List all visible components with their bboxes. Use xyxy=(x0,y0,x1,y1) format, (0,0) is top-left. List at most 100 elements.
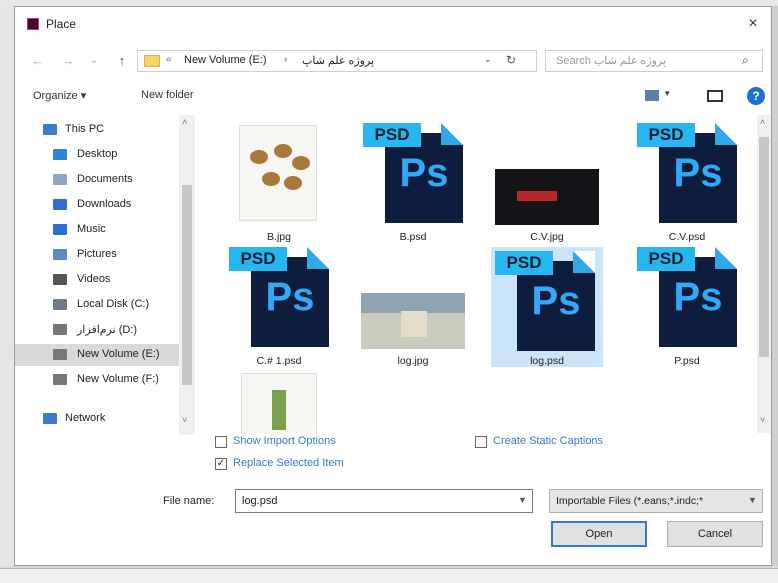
folder-icon xyxy=(144,55,160,67)
address-overflow[interactable]: « xyxy=(166,54,172,65)
sidebar-item-label: Pictures xyxy=(77,248,117,260)
file-item-b-psd[interactable]: PSD Ps B.psd xyxy=(357,123,469,243)
sidebar-item-downloads[interactable]: Downloads xyxy=(15,194,179,216)
chevron-down-icon[interactable]: ▼ xyxy=(518,495,527,505)
file-name: C.# 1.psd xyxy=(256,355,302,367)
checkbox-label[interactable]: Create Static Captions xyxy=(493,435,603,447)
sidebar-item-label: Downloads xyxy=(77,198,132,210)
file-item-log-jpg[interactable]: log.jpg xyxy=(357,247,469,367)
file-name-value[interactable]: log.psd xyxy=(242,495,277,507)
background-strip-bottom xyxy=(0,568,778,583)
sidebar-item-label: Videos xyxy=(77,273,111,285)
checkbox-label[interactable]: Show Import Options xyxy=(233,435,336,447)
organize-menu[interactable]: Organize ▾ xyxy=(33,89,86,102)
sidebar-item-new-volume-e[interactable]: New Volume (E:) xyxy=(15,344,179,366)
checkbox-box[interactable] xyxy=(475,436,487,448)
search-icon[interactable]: ⌕ xyxy=(742,53,749,68)
sidebar-item-this-pc[interactable]: This PC xyxy=(15,119,179,141)
file-item-b-jpg[interactable]: B.jpg xyxy=(223,123,335,243)
sidebar-item-music[interactable]: Music xyxy=(15,219,179,241)
navigation-bar: ← → ⌄ ↑ « New Volume (E:) › پروژه علم شا… xyxy=(15,47,771,75)
file-name: log.jpg xyxy=(397,355,429,367)
file-name-label: File name: xyxy=(163,495,215,507)
music-icon xyxy=(53,224,67,235)
close-button[interactable]: × xyxy=(739,11,767,37)
breadcrumb-separator[interactable]: › xyxy=(284,54,287,65)
checkbox-label[interactable]: Replace Selected Item xyxy=(233,457,344,469)
scroll-down-arrow[interactable]: ˅ xyxy=(182,415,187,425)
drive-icon xyxy=(53,324,67,335)
breadcrumb-current-folder[interactable]: پروژه علم شاپ xyxy=(302,54,374,67)
sidebar-item-network[interactable]: Network xyxy=(15,408,179,430)
search-box[interactable]: Search پروژه علم شاپ ⌕ xyxy=(545,50,763,72)
file-item-log-psd[interactable]: PSD Ps log.psd xyxy=(491,247,603,367)
sidebar-item-documents[interactable]: Documents xyxy=(15,169,179,191)
this-pc-icon xyxy=(43,124,57,135)
open-button[interactable]: Open xyxy=(551,521,647,547)
sidebar-item-local-disk-c[interactable]: Local Disk (C:) xyxy=(15,294,179,316)
help-icon[interactable]: ? xyxy=(747,87,765,105)
back-button[interactable]: ← xyxy=(29,52,47,70)
scroll-down-arrow[interactable]: ˅ xyxy=(760,415,765,425)
command-toolbar: Organize ▾ New folder ▾ ? xyxy=(15,83,771,109)
psd-file-icon: PSD Ps xyxy=(637,123,741,223)
sidebar-scrollbar[interactable]: ˄ ˅ xyxy=(179,115,195,435)
image-thumbnail xyxy=(239,125,317,221)
file-item-cv-psd[interactable]: PSD Ps C.V.psd xyxy=(631,123,743,243)
window-title: Place xyxy=(46,17,77,31)
scroll-up-arrow[interactable]: ˄ xyxy=(182,117,187,127)
file-name-input[interactable]: log.psd ▼ xyxy=(235,489,533,513)
refresh-button[interactable]: ↻ xyxy=(506,53,516,67)
image-thumbnail xyxy=(361,293,465,349)
psd-file-icon: PSD Ps xyxy=(363,123,467,223)
background-strip-right xyxy=(772,6,778,566)
scrollbar-thumb[interactable] xyxy=(759,137,769,357)
file-name: C.V.psd xyxy=(668,231,706,243)
address-dropdown-button[interactable]: ⌄ xyxy=(484,54,492,65)
checkbox-box[interactable] xyxy=(215,436,227,448)
file-type-select[interactable]: Importable Files (*.eans;*.indc;* ▼ xyxy=(549,489,763,513)
sidebar-item-videos[interactable]: Videos xyxy=(15,269,179,291)
sidebar-item-label: Desktop xyxy=(77,148,118,160)
scroll-up-arrow[interactable]: ˄ xyxy=(760,117,765,127)
preview-pane-icon[interactable] xyxy=(707,90,723,102)
file-list: B.jpg PSD Ps B.psd C.V.jpg PSD Ps C.V.psd … xyxy=(195,115,755,433)
search-input[interactable]: Search پروژه علم شاپ xyxy=(556,54,666,67)
psd-file-icon: PSD Ps xyxy=(229,247,333,347)
up-button[interactable]: ↑ xyxy=(113,52,131,70)
sidebar-item-desktop[interactable]: Desktop xyxy=(15,144,179,166)
sidebar-item-label: This PC xyxy=(65,123,105,135)
file-name: B.jpg xyxy=(267,231,291,243)
sidebar-item-label: New Volume (E:) xyxy=(77,348,160,360)
checkbox-box[interactable]: ✓ xyxy=(215,458,227,470)
chevron-down-icon[interactable]: ▼ xyxy=(748,495,757,505)
psd-file-icon: PSD Ps xyxy=(495,251,599,351)
address-bar[interactable]: « New Volume (E:) › پروژه علم شاپ ⌄ ↻ xyxy=(137,50,537,72)
sidebar-item-new-volume-f[interactable]: New Volume (F:) xyxy=(15,369,179,391)
title-bar: Place × xyxy=(15,7,771,41)
sidebar-item-label: New Volume (F:) xyxy=(77,373,159,385)
file-item-cv-jpg[interactable]: C.V.jpg xyxy=(491,123,603,243)
new-folder-button[interactable]: New folder xyxy=(141,89,194,101)
file-name: C.V.jpg xyxy=(530,231,564,243)
recent-locations-button[interactable]: ⌄ xyxy=(85,52,103,70)
view-dropdown-button[interactable]: ▾ xyxy=(665,88,670,99)
file-item-c1-psd[interactable]: PSD Ps C.# 1.psd xyxy=(223,247,335,367)
file-name: P.psd xyxy=(674,355,700,367)
file-item-partial[interactable] xyxy=(223,371,335,433)
file-type-value[interactable]: Importable Files (*.eans;*.indc;* xyxy=(556,495,703,507)
sidebar-item-drive-d[interactable]: نرم‌افزار (D:) xyxy=(15,319,179,341)
file-name: log.psd xyxy=(530,355,564,367)
cancel-button[interactable]: Cancel xyxy=(667,521,763,547)
file-item-p-psd[interactable]: PSD Ps P.psd xyxy=(631,247,743,367)
forward-button[interactable]: → xyxy=(59,52,77,70)
place-dialog: Place × ← → ⌄ ↑ « New Volume (E:) › پروژ… xyxy=(14,6,772,566)
psd-file-icon: PSD Ps xyxy=(637,247,741,347)
breadcrumb-new-volume-e[interactable]: New Volume (E:) xyxy=(184,54,267,66)
sidebar-item-label: Documents xyxy=(77,173,133,185)
sidebar-item-pictures[interactable]: Pictures xyxy=(15,244,179,266)
file-list-scrollbar[interactable]: ˄ ˅ xyxy=(757,115,771,433)
scrollbar-thumb[interactable] xyxy=(182,185,192,385)
view-icon[interactable] xyxy=(645,90,659,101)
indesign-app-icon xyxy=(27,18,39,30)
